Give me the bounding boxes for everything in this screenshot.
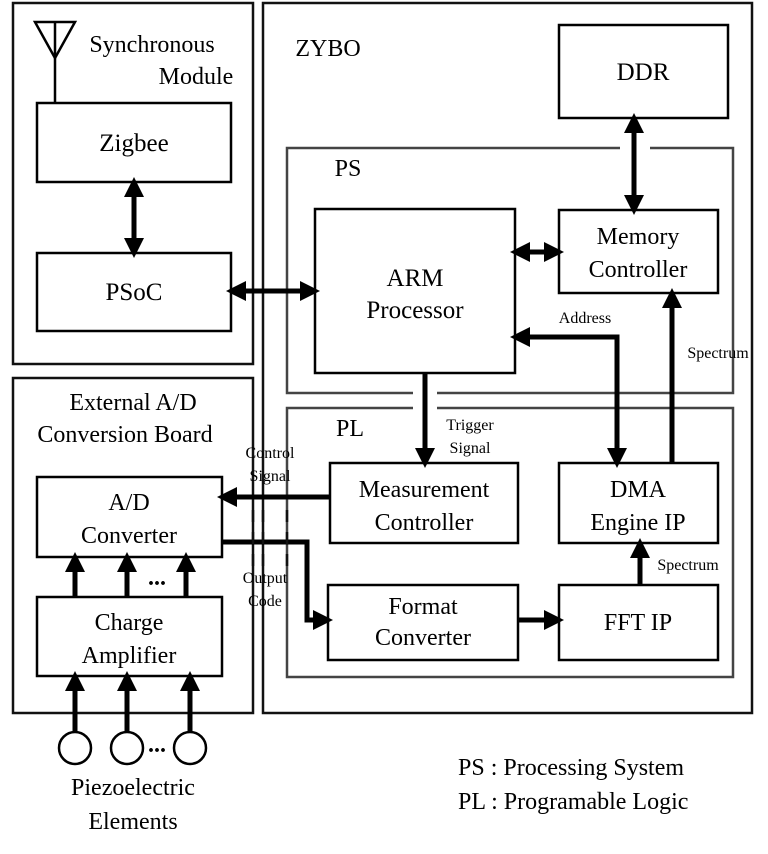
piezo-label: Piezoelectric	[71, 775, 195, 801]
zybo-title: ZYBO	[295, 36, 360, 62]
legend-ps: PS : Processing System	[458, 755, 684, 781]
dma-label: DMA	[610, 477, 667, 503]
fft-label: FFT IP	[604, 610, 672, 636]
zigbee-label: Zigbee	[99, 130, 168, 157]
adc-label: A/D	[108, 490, 149, 516]
control-signal-label-2: Signal	[250, 468, 291, 485]
system-block-diagram: Synchronous Module Zigbee PSoC ZYBO DDR …	[11, 1, 754, 835]
spectrum-label-upper: Spectrum	[687, 345, 749, 362]
pl-label: PL	[336, 416, 364, 442]
psoc-label: PSoC	[106, 279, 163, 306]
adc-board-title: External A/D	[69, 390, 196, 416]
piezo-element-icon	[109, 730, 145, 766]
piezo-element-icon	[57, 730, 93, 766]
piezo-label-2: Elements	[88, 809, 177, 835]
dma-label-2: Engine IP	[590, 510, 685, 536]
trigger-label: Trigger	[446, 417, 494, 434]
mem-label: Memory	[597, 224, 680, 250]
address-label: Address	[559, 310, 611, 327]
ps-label: PS	[335, 156, 362, 182]
sync-module-title-2: Module	[159, 64, 234, 90]
adc-label-2: Converter	[81, 523, 177, 549]
arm-label: ARM	[387, 265, 444, 292]
output-code-label-2: Code	[248, 593, 282, 610]
channel-ellipsis: ...	[148, 565, 166, 591]
piezo-ellipsis: ...	[148, 732, 166, 758]
arm-label-2: Processor	[366, 297, 464, 324]
adc-board-title-2: Conversion Board	[37, 422, 212, 448]
control-signal-label: Control	[246, 445, 295, 462]
antenna-icon	[32, 20, 78, 103]
address-arrow	[510, 327, 627, 468]
mem-label-2: Controller	[589, 257, 688, 283]
trigger-label-2: Signal	[450, 440, 491, 457]
amp-label-2: Amplifier	[82, 643, 177, 669]
meas-label-2: Controller	[375, 510, 474, 536]
format-label: Format	[388, 594, 458, 620]
sync-module-title: Synchronous	[89, 32, 214, 58]
ddr-label: DDR	[617, 59, 670, 86]
piezo-elements	[57, 671, 208, 766]
amp-to-adc-arrows	[65, 552, 196, 597]
format-label-2: Converter	[375, 625, 471, 651]
output-code-label: Output	[243, 570, 288, 587]
meas-label: Measurement	[359, 477, 490, 503]
spectrum-label-lower: Spectrum	[657, 557, 719, 574]
piezo-element-icon	[172, 730, 208, 766]
legend-pl: PL : Programable Logic	[458, 789, 688, 815]
amp-label: Charge	[95, 610, 164, 636]
